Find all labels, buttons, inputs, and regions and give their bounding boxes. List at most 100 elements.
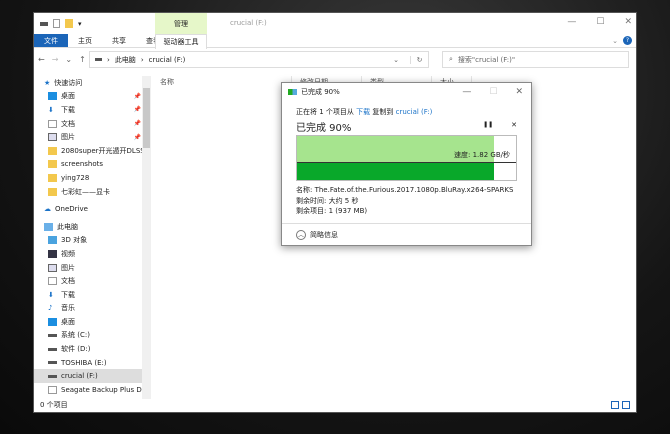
expand-ribbon-icon[interactable]: ⌄	[612, 37, 618, 45]
recent-dropdown[interactable]: ⌄	[65, 55, 72, 64]
star-icon: ★	[44, 78, 51, 87]
items-remaining: 剩余项目: 1 (937 MB)	[296, 207, 368, 215]
document-icon	[48, 277, 57, 286]
help-icon[interactable]: ?	[623, 36, 632, 45]
pin-icon: 📌	[133, 120, 141, 128]
nav-item[interactable]: ⬇ 下载	[34, 288, 151, 302]
nav-label: 桌面	[61, 317, 75, 326]
nav-label: 七彩虹——显卡	[61, 187, 110, 196]
drive-icon	[48, 374, 57, 378]
folder-icon	[48, 187, 57, 196]
search-input[interactable]: ⌕ 搜索"crucial (F:)"	[442, 51, 629, 68]
title-bar: ▾ 管理 crucial (F:) — ☐ ✕	[34, 13, 636, 48]
close-button[interactable]: ✕	[624, 17, 632, 27]
pause-button[interactable]: ❚❚	[483, 121, 493, 129]
nav-this-pc[interactable]: 此电脑	[34, 220, 151, 234]
nav-item[interactable]: 视频	[34, 247, 151, 261]
text: 复制到	[372, 108, 394, 116]
drive-icon	[48, 347, 57, 351]
chevron-up-icon: ︿	[296, 229, 306, 240]
minimize-button[interactable]: —	[567, 17, 576, 27]
nav-item[interactable]: ♪ 音乐	[34, 302, 151, 316]
dialog-maximize-button[interactable]: ☐	[489, 87, 497, 97]
nav-item[interactable]: 2080super开光遁开DLSS	[34, 144, 151, 158]
tab-home[interactable]: 主页	[68, 34, 102, 47]
progress-heading: 已完成 90%	[296, 123, 352, 134]
search-icon: ⌕	[449, 55, 453, 63]
column-name[interactable]: 名称	[152, 76, 292, 88]
nav-label: 3D 对象	[61, 236, 88, 245]
scrollbar-thumb[interactable]	[143, 88, 150, 148]
dialog-close-button[interactable]: ✕	[515, 87, 523, 97]
nav-item[interactable]: 文档	[34, 274, 151, 288]
address-dropdown[interactable]: ⌄	[387, 56, 405, 64]
tab-manage[interactable]: 管理	[155, 19, 207, 29]
nav-item[interactable]: ying728	[34, 171, 151, 185]
tab-file[interactable]: 文件	[34, 34, 68, 47]
nav-item[interactable]: 图片	[34, 261, 151, 275]
details-view-button[interactable]	[611, 401, 619, 409]
breadcrumb-sep: ›	[140, 55, 144, 64]
tab-drive-tools[interactable]: 驱动器工具	[155, 34, 207, 49]
speed-label: 速度: 1.82 GB/秒	[454, 151, 510, 159]
nav-label: 软件 (D:)	[61, 345, 91, 354]
drive-icon	[95, 58, 102, 61]
nav-item[interactable]: 文档 📌	[34, 117, 151, 131]
nav-item[interactable]: crucial (F:)	[34, 369, 151, 384]
tab-share[interactable]: 共享	[102, 34, 136, 47]
breadcrumb-this-pc[interactable]: 此电脑	[115, 55, 136, 65]
back-button[interactable]: ←	[38, 55, 45, 64]
nav-item[interactable]: 桌面 📌	[34, 90, 151, 104]
refresh-button[interactable]: ↻	[410, 55, 428, 64]
nav-label: 文档	[61, 119, 75, 128]
quick-access-toolbar: ▾	[40, 19, 82, 28]
drive-icon	[48, 361, 57, 365]
nav-item[interactable]: screenshots	[34, 158, 151, 172]
nav-item[interactable]: 软件 (D:)	[34, 342, 151, 356]
nav-item[interactable]: ⬇ 下载 📌	[34, 103, 151, 117]
nav-label: TOSHIBA (E:)	[61, 358, 107, 367]
nav-label: 图片	[61, 263, 75, 272]
nav-label: 图片	[61, 133, 75, 142]
dialog-minimize-button[interactable]: —	[462, 87, 471, 97]
new-folder-icon[interactable]	[65, 19, 73, 28]
customize-dropdown-icon[interactable]: ▾	[78, 20, 82, 28]
less-details-button[interactable]: ︿ 简略信息	[282, 223, 531, 245]
speed-area	[297, 162, 495, 180]
properties-icon[interactable]	[53, 19, 60, 28]
folder-icon	[48, 160, 57, 169]
source-link[interactable]: 下载	[356, 108, 370, 116]
video-icon	[48, 249, 57, 258]
copy-progress-dialog: 已完成 90% — ☐ ✕ 正在将 1 个项目从 下载 复制到 crucial (F…	[281, 82, 532, 246]
nav-label: screenshots	[61, 160, 104, 169]
nav-quick-access[interactable]: ★ 快速访问	[34, 76, 151, 90]
nav-label: 2080super开光遁开DLSS	[61, 146, 145, 155]
address-bar[interactable]: › 此电脑 › crucial (F:) ⌄ ↻	[89, 51, 429, 68]
file-icon	[48, 385, 57, 394]
nav-label: ying728	[61, 173, 90, 182]
maximize-button[interactable]: ☐	[596, 17, 604, 27]
folder-icon	[48, 146, 57, 155]
icons-view-button[interactable]	[622, 401, 630, 409]
nav-item[interactable]: 桌面	[34, 315, 151, 329]
nav-item[interactable]: Seagate Backup Plus Dr	[34, 383, 151, 397]
nav-item[interactable]: 图片 📌	[34, 130, 151, 144]
ribbon-tabs: 文件 主页 共享 查看 驱动器工具 ⌄?	[34, 34, 636, 49]
dest-link[interactable]: crucial (F:)	[396, 108, 433, 116]
cloud-icon: ☁	[44, 205, 51, 214]
drive-icon	[40, 21, 48, 26]
cancel-button[interactable]: ✕	[511, 121, 517, 129]
nav-label: 音乐	[61, 304, 75, 313]
nav-item[interactable]: TOSHIBA (E:)	[34, 356, 151, 370]
nav-label: 下载	[61, 290, 75, 299]
forward-button[interactable]: →	[52, 55, 59, 64]
file-info: 名称: The.Fate.of.the.Furious.2017.1080p.B…	[296, 185, 513, 217]
nav-item[interactable]: 七彩虹——显卡	[34, 185, 151, 199]
breadcrumb-crucial[interactable]: crucial (F:)	[149, 56, 186, 64]
nav-onedrive[interactable]: ☁ OneDrive	[34, 202, 151, 216]
nav-item[interactable]: 3D 对象	[34, 234, 151, 248]
nav-scrollbar[interactable]	[142, 76, 151, 399]
up-button[interactable]: ↑	[79, 55, 86, 64]
nav-item[interactable]: 系统 (C:)	[34, 329, 151, 343]
nav-label: 系统 (C:)	[61, 331, 90, 340]
